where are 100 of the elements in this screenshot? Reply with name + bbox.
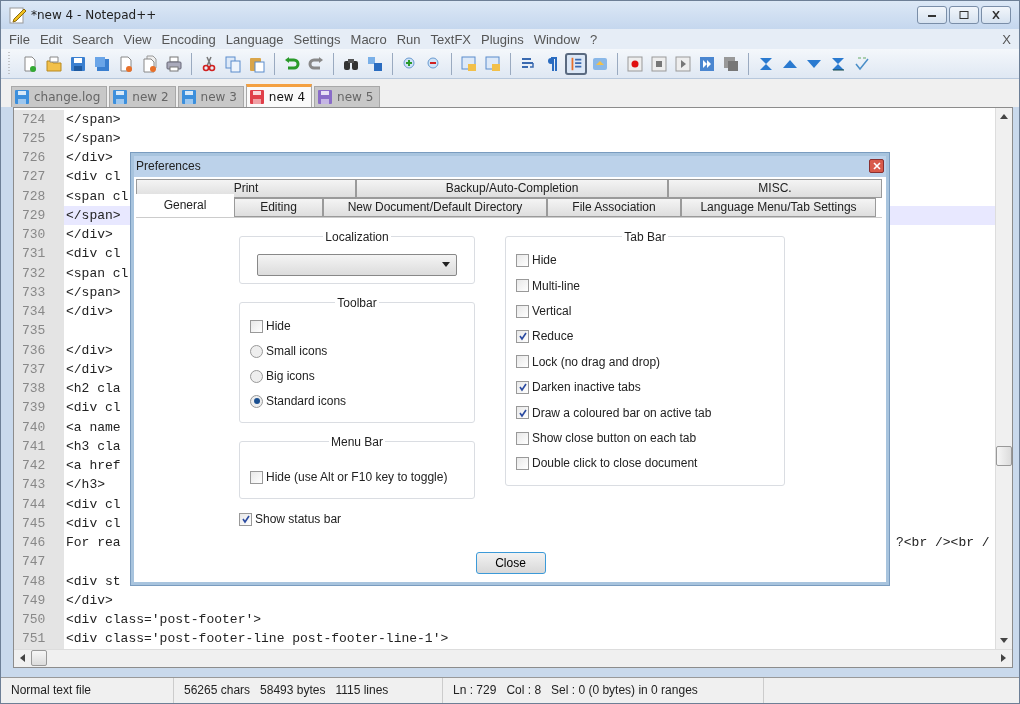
code-line: <div cl (66, 246, 121, 262)
code-line: <div class='post-footer-line post-footer-line-1'> (66, 631, 449, 647)
checkbox[interactable] (516, 253, 529, 267)
radio-button[interactable] (250, 394, 263, 408)
dialog-title: Preferences (136, 159, 201, 174)
checkbox[interactable] (516, 380, 529, 394)
scrollbar-thumb[interactable] (996, 445, 1012, 466)
window-title: *new 4 - Notepad++ (31, 8, 157, 23)
vertical-scrollbar[interactable] (995, 107, 1012, 649)
document-tab[interactable]: change.log (11, 85, 108, 107)
menu-item[interactable]: Window (533, 31, 586, 47)
maximize-button[interactable] (949, 6, 979, 25)
status-text: Col : 8 (506, 683, 542, 698)
line-number: 749 (14, 590, 64, 611)
radio-button[interactable] (250, 344, 263, 358)
scroll-right-icon (1001, 654, 1006, 663)
code-line: </div> (66, 150, 113, 166)
line-number: 748 (14, 571, 64, 591)
close-button[interactable] (869, 159, 884, 174)
line-number: 726 (14, 148, 64, 168)
line-number: 745 (14, 513, 64, 534)
menu-item[interactable]: Macro (350, 31, 393, 47)
menu-item[interactable]: File (9, 31, 36, 47)
line-number: 747 (14, 552, 64, 572)
menu-item[interactable]: Run (396, 31, 427, 47)
checkbox[interactable] (250, 470, 263, 484)
language-dropdown[interactable] (257, 253, 457, 276)
line-number: 741 (14, 436, 64, 457)
checkbox[interactable] (516, 406, 529, 420)
status-text: 58493 bytes (260, 683, 326, 698)
checkbox[interactable] (516, 329, 529, 343)
line-number: 744 (14, 494, 64, 514)
settings-tab[interactable]: Backup/Auto-Completion (356, 178, 668, 198)
code-line: <div cl (66, 400, 121, 416)
menu-item[interactable]: TextFX (430, 31, 477, 47)
option-label: Hide (266, 319, 291, 334)
code-line: For rea (66, 535, 121, 551)
menu-item[interactable]: Language (225, 31, 290, 47)
code-line: </div> (66, 592, 113, 608)
option-label: Darken inactive tabs (532, 380, 641, 395)
line-number: 730 (14, 225, 64, 245)
document-tab[interactable]: new 4 (245, 83, 313, 107)
close-button[interactable] (981, 6, 1011, 25)
checkbox[interactable] (516, 279, 529, 293)
document-tab[interactable]: new 5 (314, 85, 381, 107)
code-line: <span cl (66, 188, 129, 204)
close-dialog-button[interactable]: Close (475, 551, 546, 574)
line-number: 740 (14, 417, 64, 437)
menu-item[interactable]: View (123, 31, 158, 47)
notepad-pencil-icon (9, 6, 27, 25)
checkbox[interactable] (516, 355, 529, 369)
scroll-left-icon (20, 654, 25, 663)
option-label: Vertical (532, 304, 572, 319)
line-number: 731 (14, 244, 64, 264)
indent-guide-icon[interactable] (565, 52, 587, 75)
horizontal-scrollbar[interactable] (14, 648, 1012, 667)
line-number: 736 (14, 340, 64, 360)
scroll-up-icon (1000, 113, 1008, 119)
close-icon (990, 11, 1002, 20)
line-number: 727 (14, 167, 64, 187)
document-tab[interactable]: new 2 (109, 85, 176, 107)
radio-button[interactable] (250, 369, 263, 383)
code-line: <a href (66, 458, 121, 474)
checkbox[interactable] (516, 304, 529, 318)
status-text: Normal text file (11, 683, 92, 698)
option-label: Double click to close document (532, 456, 698, 471)
checkbox[interactable] (239, 512, 252, 526)
document-tab[interactable]: new 3 (177, 85, 244, 107)
menu-item[interactable]: Encoding (161, 31, 222, 47)
settings-tab[interactable]: Print (136, 178, 356, 198)
status-text: Sel : 0 (0 bytes) in 0 ranges (551, 683, 698, 698)
menu-item[interactable]: Settings (293, 31, 347, 47)
option-label: Big icons (266, 369, 315, 384)
line-number: 729 (14, 205, 64, 226)
code-line: </div> (66, 304, 113, 320)
code-line: </div> (66, 227, 113, 243)
close-icon (872, 162, 881, 171)
checkbox[interactable] (250, 319, 263, 333)
code-line: </h3> (66, 477, 105, 493)
scrollbar-thumb[interactable] (31, 650, 47, 667)
code-line: ?<br /><br / (896, 535, 991, 551)
status-text: 56265 chars (184, 683, 251, 698)
menu-item[interactable]: Search (72, 31, 120, 47)
line-number: 739 (14, 398, 64, 418)
settings-tab[interactable]: MISC. (668, 178, 882, 198)
option-label: Show status bar (255, 512, 342, 527)
close-document-button[interactable]: X (1002, 31, 1011, 47)
minimize-button[interactable] (917, 6, 947, 25)
line-number: 725 (14, 128, 64, 149)
checkbox[interactable] (516, 456, 529, 470)
option-label: Standard icons (266, 394, 347, 409)
menu-item[interactable]: Edit (39, 31, 69, 47)
line-number: 733 (14, 282, 64, 303)
menu-item[interactable]: Plugins (481, 31, 530, 47)
code-line: <h3 cla (66, 438, 121, 454)
line-number: 737 (14, 359, 64, 380)
option-label: Draw a coloured bar on active tab (532, 405, 712, 420)
checkbox[interactable] (516, 431, 529, 445)
menu-item[interactable]: ? (589, 31, 604, 47)
code-line: <div cl (66, 515, 121, 531)
